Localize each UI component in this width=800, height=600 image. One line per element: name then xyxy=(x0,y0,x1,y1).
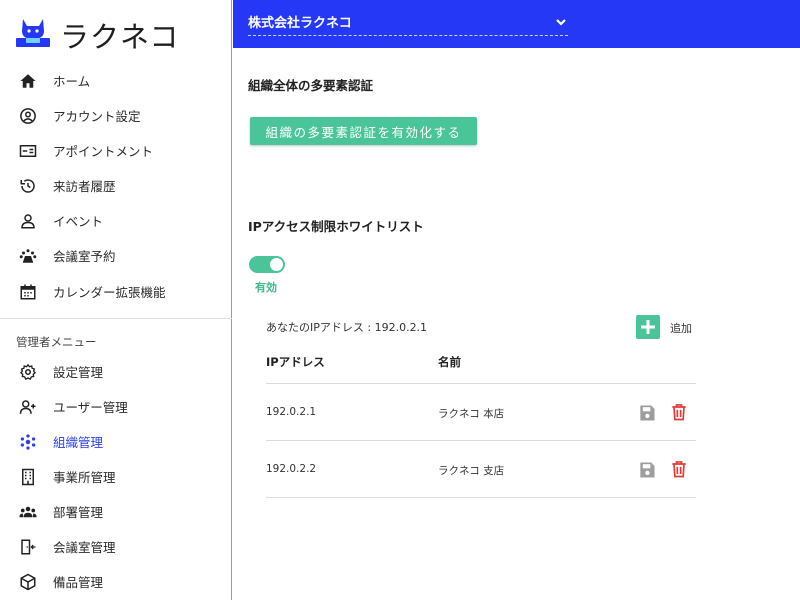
plus-icon xyxy=(636,320,660,343)
nav-item-settings[interactable]: 設定管理 xyxy=(0,354,232,389)
ip-whitelist-title: IPアクセス制限ホワイトリスト xyxy=(248,219,424,234)
main-content: 組織全体の多要素認証 組織の多要素認証を有効化する IPアクセス制限ホワイトリス… xyxy=(233,48,800,600)
save-row-button[interactable] xyxy=(637,460,657,480)
add-label: 追加 xyxy=(670,322,692,335)
cell-name: ラクネコ 本店 xyxy=(438,408,505,420)
nav-label: 来訪者履歴 xyxy=(53,179,116,194)
save-icon xyxy=(637,462,657,484)
organization-name: 株式会社ラクネコ xyxy=(248,16,352,31)
organization-icon xyxy=(18,432,37,451)
cell-name: ラクネコ 支店 xyxy=(438,465,505,477)
nav-item-office[interactable]: 事業所管理 xyxy=(0,459,232,494)
trash-icon xyxy=(669,461,689,483)
nav-item-equipment[interactable]: 備品管理 xyxy=(0,564,232,599)
group-icon xyxy=(18,502,37,521)
add-user-icon xyxy=(18,397,37,416)
nav-label: ホーム xyxy=(53,74,91,89)
admin-menu-title: 管理者メニュー xyxy=(16,335,97,349)
nav-label: 備品管理 xyxy=(53,575,104,590)
box-icon xyxy=(18,572,37,591)
gear-icon xyxy=(18,362,37,381)
ip-whitelist-toggle[interactable] xyxy=(249,256,285,273)
cat-logo-icon xyxy=(14,17,52,53)
trash-icon xyxy=(669,404,689,426)
account-circle-icon xyxy=(18,106,37,125)
home-icon xyxy=(18,71,37,90)
nav-label: ユーザー管理 xyxy=(53,400,128,415)
nav-item-room-booking[interactable]: 会議室予約 xyxy=(0,238,232,273)
sidebar-divider xyxy=(0,318,232,319)
nav-item-department[interactable]: 部署管理 xyxy=(0,494,232,529)
save-icon xyxy=(637,405,657,427)
nav-label: カレンダー拡張機能 xyxy=(53,285,166,300)
column-header-name: 名前 xyxy=(438,355,461,369)
nav-item-event[interactable]: イベント xyxy=(0,203,232,238)
id-card-icon xyxy=(18,141,37,160)
add-ip-button[interactable] xyxy=(636,315,660,339)
person-icon xyxy=(18,211,37,230)
nav-item-account[interactable]: アカウント設定 xyxy=(0,98,232,133)
nav-label: 会議室管理 xyxy=(53,540,116,555)
cell-ip: 192.0.2.1 xyxy=(266,406,317,418)
meeting-room-icon xyxy=(18,246,37,265)
mfa-section-title: 組織全体の多要素認証 xyxy=(248,78,374,93)
nav-label: アポイントメント xyxy=(53,144,154,159)
calendar-icon xyxy=(18,282,37,301)
nav-label: 事業所管理 xyxy=(53,470,116,485)
nav-item-room-management[interactable]: 会議室管理 xyxy=(0,529,232,564)
nav-item-organization[interactable]: 組織管理 xyxy=(0,424,232,459)
chevron-down-icon xyxy=(554,14,568,28)
enable-mfa-button[interactable]: 組織の多要素認証を有効化する xyxy=(250,117,477,145)
nav-label: イベント xyxy=(53,214,104,229)
table-divider xyxy=(266,497,696,498)
organization-select[interactable]: 株式会社ラクネコ xyxy=(248,10,568,36)
your-ip-address: あなたのIPアドレス : 192.0.2.1 xyxy=(266,321,428,334)
nav-item-appointment[interactable]: アポイントメント xyxy=(0,133,232,168)
nav-label: 部署管理 xyxy=(53,505,104,520)
cell-ip: 192.0.2.2 xyxy=(266,463,317,475)
nav-item-calendar[interactable]: カレンダー拡張機能 xyxy=(0,274,232,309)
history-icon xyxy=(18,176,37,195)
nav-label: 会議室予約 xyxy=(53,249,116,264)
nav-label: 設定管理 xyxy=(53,365,104,380)
column-header-ip: IPアドレス xyxy=(266,355,325,369)
nav-label: 組織管理 xyxy=(53,435,104,450)
nav-item-user-management[interactable]: ユーザー管理 xyxy=(0,389,232,424)
building-icon xyxy=(18,467,37,486)
delete-row-button[interactable] xyxy=(669,459,689,479)
delete-row-button[interactable] xyxy=(669,402,689,422)
toggle-status-label: 有効 xyxy=(255,281,277,294)
table-divider xyxy=(266,383,696,384)
sidebar: ラクネコ ホーム アカウント設定 アポイントメント 来訪者履歴 イベント 会議室… xyxy=(0,0,232,600)
door-enter-icon xyxy=(18,537,37,556)
brand[interactable]: ラクネコ xyxy=(14,14,179,56)
brand-name: ラクネコ xyxy=(60,20,180,54)
nav-item-visitor-history[interactable]: 来訪者履歴 xyxy=(0,168,232,203)
save-row-button[interactable] xyxy=(637,403,657,423)
nav-item-home[interactable]: ホーム xyxy=(0,63,232,98)
top-header: 株式会社ラクネコ xyxy=(233,0,800,48)
toggle-knob xyxy=(270,258,283,271)
table-divider xyxy=(266,440,696,441)
nav-label: アカウント設定 xyxy=(53,109,141,124)
